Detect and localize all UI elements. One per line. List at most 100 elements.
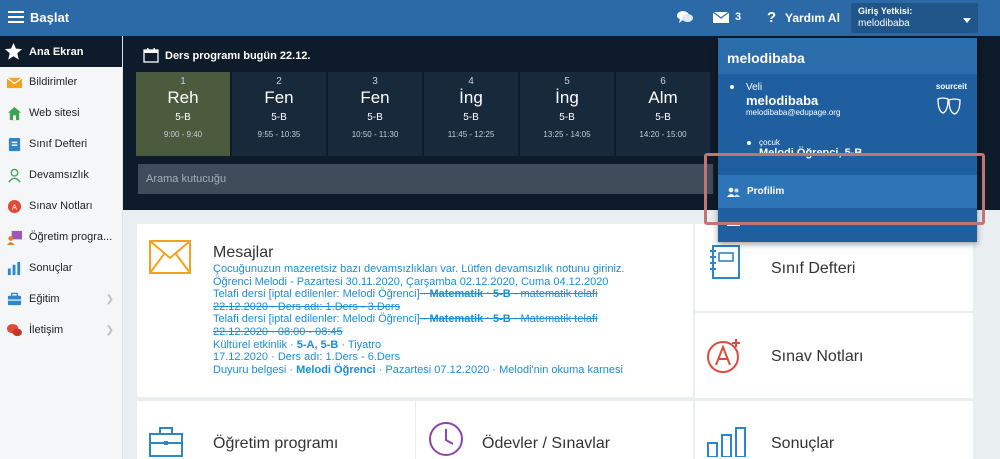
lesson-class: 5-B xyxy=(271,112,287,123)
lesson-number: 6 xyxy=(660,76,666,87)
message-item[interactable]: Kültürel etkinlik · 5-A, 5-B · Tiyatro 1… xyxy=(213,339,673,364)
top-bar: Başlat 3 ? Yardım Al Giriş Yetkisi: melo… xyxy=(0,0,1000,36)
lesson-time: 14:20 - 15:00 xyxy=(639,130,687,139)
message-date: 22.12.2020 · Ders adı: 1.Ders - 3.Ders xyxy=(213,300,401,313)
main-menu-button[interactable]: Başlat xyxy=(8,9,70,27)
sidebar-item-communication[interactable]: İletişim ❯ xyxy=(0,315,122,346)
search-input[interactable] xyxy=(138,164,713,194)
bullet-icon xyxy=(730,85,734,89)
lesson-slot[interactable]: 5 İng 5-B 13:25 - 14:05 xyxy=(520,72,614,156)
lesson-list: 1 Reh 5-B 9:00 - 9:40 2 Fen 5-B 9:55 - 1… xyxy=(136,72,710,156)
messages-card[interactable]: Mesajlar Çocuğunuzun mazeretsiz bazı dev… xyxy=(137,224,693,397)
curriculum-card[interactable]: Öğretim programı xyxy=(137,401,415,459)
sidebar-item-absence[interactable]: Devamsızlık xyxy=(0,160,122,191)
lesson-subject: İng xyxy=(555,88,579,107)
lesson-number: 4 xyxy=(468,76,474,87)
results-title: Sonuçlar xyxy=(771,435,835,452)
message-date: 22.12.2020 · 08:00 - 08:45 xyxy=(213,325,343,338)
sidebar-item-notifications[interactable]: Bildirimler xyxy=(0,67,122,98)
lesson-number: 1 xyxy=(180,76,186,87)
source-label: sourceit xyxy=(935,82,967,91)
clock-icon xyxy=(429,422,463,456)
lesson-slot[interactable]: 1 Reh 5-B 9:00 - 9:40 xyxy=(136,72,230,156)
help-link[interactable]: Yardım Al xyxy=(785,11,840,25)
sidebar-item-results[interactable]: Sonuçlar xyxy=(0,253,122,284)
message-class: 5-A, 5-B xyxy=(296,338,339,351)
login-username: melodibaba xyxy=(858,18,910,29)
account-email: melodibaba@edupage.org xyxy=(746,108,841,117)
login-account-dropdown[interactable]: Giriş Yetkisi: melodibaba xyxy=(851,3,978,33)
notebook-icon xyxy=(710,245,740,279)
homework-title: Ödevler / Sınavlar xyxy=(482,435,611,452)
sidebar-item-label: İletişim xyxy=(29,324,64,336)
lesson-time: 9:55 - 10:35 xyxy=(257,130,301,139)
child-account-item[interactable]: çocuk Melodi Öğrenci, 5-B xyxy=(747,138,967,159)
message-item[interactable]: Telafi dersi [iptal edilenler: Melodi Öğ… xyxy=(213,313,673,338)
lesson-class: 5-B xyxy=(559,112,575,123)
dropdown-menu-item[interactable] xyxy=(718,208,977,242)
sidebar-item-education[interactable]: Eğitim ❯ xyxy=(0,284,122,315)
homework-card[interactable]: Ödevler / Sınavlar xyxy=(416,401,693,459)
svg-text:A: A xyxy=(12,202,17,211)
chat-bubbles-icon[interactable] xyxy=(677,10,693,24)
lesson-class: 5-B xyxy=(175,112,191,123)
my-profile-menu-item[interactable]: Profilim xyxy=(718,175,977,208)
message-date: 17.12.2020 · Ders adı: 1.Ders - 6.Ders xyxy=(213,351,401,364)
sidebar-item-label: Devamsızlık xyxy=(29,169,89,181)
bullet-icon xyxy=(747,141,751,145)
lesson-number: 5 xyxy=(564,76,570,87)
message-text: · Matematik telafi xyxy=(510,313,598,326)
caret-down-icon xyxy=(963,18,971,23)
chevron-right-icon: ❯ xyxy=(105,294,114,305)
messages-title: Mesajlar xyxy=(213,244,274,261)
message-text: · Tiyatro xyxy=(338,338,382,351)
sidebar-item-label: Ana Ekran xyxy=(29,46,84,58)
lesson-class: 5-B xyxy=(655,112,671,123)
message-item[interactable]: Çocuğunuzun mazeretsiz bazı devamsızlıkl… xyxy=(213,263,673,288)
main-menu-label: Başlat xyxy=(30,10,70,25)
exam-grades-card[interactable]: Sınav Notları xyxy=(695,313,973,398)
sidebar-item-home[interactable]: Ana Ekran xyxy=(0,36,122,67)
message-text: · matematik telafi xyxy=(510,288,598,301)
lesson-slot[interactable]: 3 Fen 5-B 10:50 - 11:30 xyxy=(328,72,422,156)
lesson-subject: Fen xyxy=(264,88,294,107)
sidebar: Ana Ekran Bildirimler Web sitesi Sınıf D… xyxy=(0,36,123,459)
sidebar-item-label: Öğretim progra... xyxy=(29,231,113,243)
teacher-icon xyxy=(7,230,22,245)
class-book-title: Sınıf Defteri xyxy=(771,260,856,277)
sidebar-item-website[interactable]: Web sitesi xyxy=(0,98,122,129)
lesson-slot[interactable]: 2 Fen 5-B 9:55 - 10:35 xyxy=(232,72,326,156)
message-text: Çocuğunuzun mazeretsiz bazı devamsızlıkl… xyxy=(213,263,625,275)
mail-icon[interactable] xyxy=(713,12,729,23)
help-icon[interactable]: ? xyxy=(767,9,776,26)
exam-grades-title: Sınav Notları xyxy=(771,348,864,365)
bar-chart-icon xyxy=(707,427,746,457)
sidebar-item-label: Bildirimler xyxy=(29,76,78,88)
sidebar-item-class-book[interactable]: Sınıf Defteri xyxy=(0,129,122,160)
message-item[interactable]: Telafi dersi [iptal edilenler: Melodi Öğ… xyxy=(213,288,673,313)
chevron-right-icon: ❯ xyxy=(105,325,114,336)
lesson-slot[interactable]: 6 Alm 5-B 14:20 - 15:00 xyxy=(616,72,710,156)
grade-a-plus-icon xyxy=(707,339,740,373)
message-item[interactable]: Duyuru belgesi · Melodi Öğrenci · Pazart… xyxy=(213,364,673,377)
message-text: Telafi dersi [iptal edilenler: Melodi Öğ… xyxy=(213,288,420,301)
messages-list: Çocuğunuzun mazeretsiz bazı devamsızlıkl… xyxy=(213,263,673,379)
message-text: Telafi dersi [iptal edilenler: Melodi Öğ… xyxy=(213,313,420,326)
lesson-time: 10:50 - 11:30 xyxy=(351,130,399,139)
message-text: Kültürel etkinlik · xyxy=(213,338,297,351)
lesson-subject: Fen xyxy=(360,88,390,107)
schedule-title-text: Ders programı bugün 22.12. xyxy=(165,50,311,62)
sidebar-item-curriculum[interactable]: Öğretim progra... xyxy=(0,222,122,253)
account-dropdown-menu: melodibaba Veli melodibaba melodibaba@ed… xyxy=(718,38,977,242)
person-icon xyxy=(8,168,21,183)
message-text: Duyuru belgesi · xyxy=(213,363,297,376)
sidebar-item-exam-grades[interactable]: A Sınav Notları xyxy=(0,191,122,222)
briefcase-icon xyxy=(149,427,183,457)
parent-account-item[interactable]: Veli melodibaba melodibaba@edupage.org s… xyxy=(727,82,972,137)
dropdown-username: melodibaba xyxy=(727,50,805,66)
results-card[interactable]: Sonuçlar xyxy=(695,401,973,459)
lesson-slot[interactable]: 4 İng 5-B 11:45 - 12:25 xyxy=(424,72,518,156)
my-profile-label: Profilim xyxy=(747,186,785,197)
chart-icon xyxy=(7,261,21,276)
messages-count-badge[interactable]: 3 xyxy=(735,11,741,23)
